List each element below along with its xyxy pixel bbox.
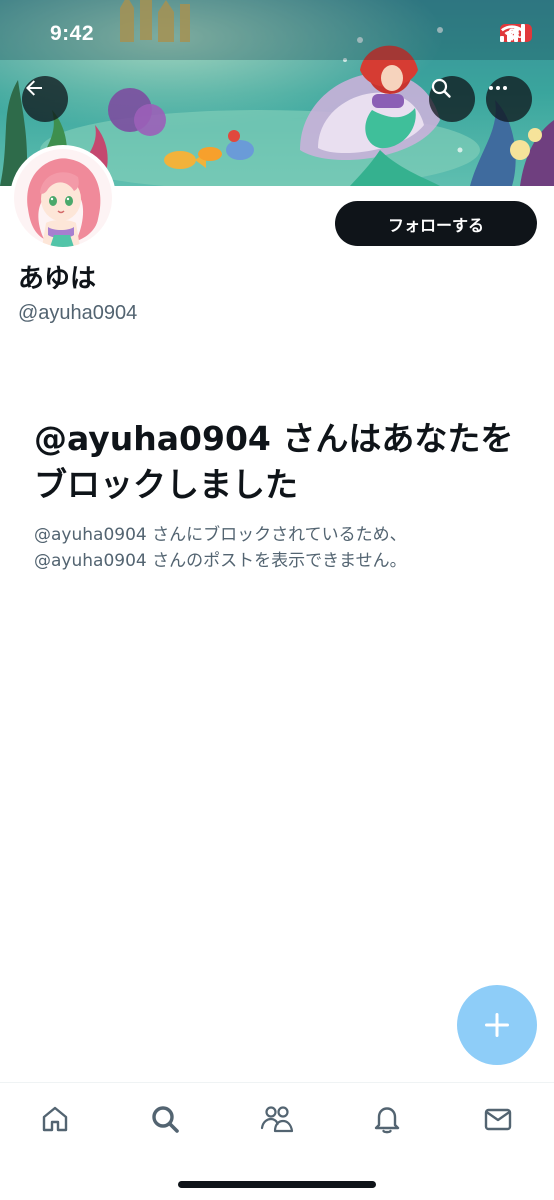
blocked-title: @ayuha0904 さんはあなたをブロックしました [34, 419, 514, 504]
profile-avatar[interactable] [14, 149, 112, 247]
status-icons: 20 [500, 24, 532, 42]
nav-search[interactable] [145, 1099, 185, 1139]
wifi-icon [501, 25, 523, 41]
blocked-description-line: @ayuha0904 さんにブロックされているため、 [34, 525, 407, 545]
nav-communities[interactable] [257, 1099, 297, 1139]
search-button[interactable] [429, 76, 475, 122]
compose-fab[interactable] [457, 985, 537, 1065]
nav-notifications[interactable] [367, 1099, 407, 1139]
bell-icon [374, 1107, 400, 1134]
search-icon [431, 78, 451, 98]
arrow-left-icon [26, 80, 42, 96]
nav-home[interactable] [35, 1099, 75, 1139]
profile-page: 9:42 20 [0, 0, 554, 1200]
blocked-description-line: @ayuha0904 さんのポストを表示できません。 [34, 551, 407, 571]
more-horizontal-icon [489, 86, 507, 90]
display-name: あゆは [18, 264, 97, 294]
status-time: 9:42 [50, 22, 95, 45]
username-handle: @ayuha0904 [18, 302, 138, 324]
communities-icon [260, 1106, 294, 1133]
plus-icon [485, 1013, 509, 1037]
back-button[interactable] [22, 76, 68, 122]
more-button[interactable] [486, 76, 532, 122]
follow-button[interactable]: フォローする [335, 201, 537, 246]
blocked-description: @ayuha0904 さんにブロックされているため、 @ayuha0904 さん… [34, 522, 534, 574]
mail-icon [484, 1108, 512, 1131]
search-icon [152, 1106, 179, 1133]
nav-messages[interactable] [478, 1099, 518, 1139]
home-icon [42, 1106, 68, 1132]
home-indicator [178, 1181, 376, 1188]
avatar-illustration [14, 149, 112, 247]
